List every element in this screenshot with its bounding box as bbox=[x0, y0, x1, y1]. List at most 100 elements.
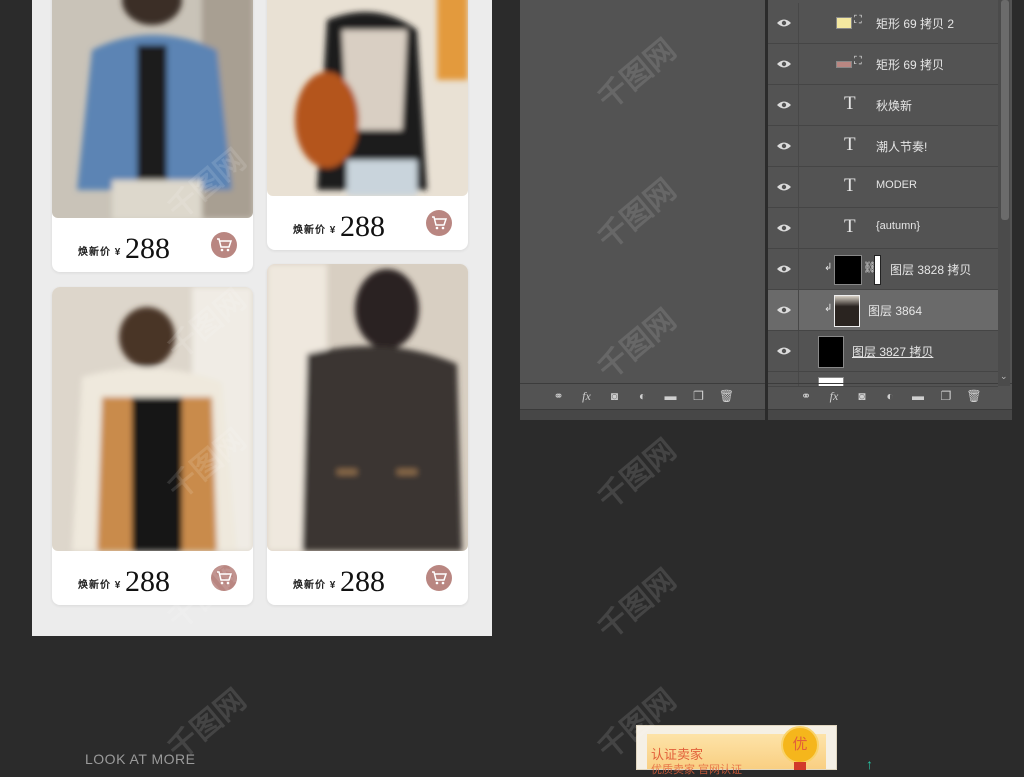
layer-row[interactable]: T {autumn} bbox=[768, 208, 998, 249]
clipping-arrow-icon: ↲ bbox=[824, 262, 833, 273]
product-card[interactable]: 焕新价 ¥ 288 bbox=[52, 0, 253, 272]
layer-thumbnail bbox=[834, 255, 862, 285]
folder-icon[interactable]: ▬ bbox=[662, 387, 680, 405]
text-layer-icon: T bbox=[844, 134, 856, 155]
layer-name: MODER bbox=[876, 179, 917, 191]
price-value: 288 bbox=[125, 232, 170, 265]
layer-name: 矩形 69 拷贝 bbox=[876, 58, 945, 72]
product-photo bbox=[52, 0, 253, 218]
layer-row[interactable]: ⛶ 矩形 69 拷贝 bbox=[768, 44, 998, 85]
price-label: 焕新价 ¥ bbox=[293, 225, 337, 236]
cart-icon[interactable] bbox=[211, 232, 237, 258]
divider bbox=[798, 249, 799, 289]
shape-swatch bbox=[836, 17, 852, 29]
watermark: 千图网 bbox=[592, 563, 683, 647]
cart-icon[interactable] bbox=[426, 210, 452, 236]
cart-icon[interactable] bbox=[211, 565, 237, 591]
price-row: 焕新价 ¥ 288 bbox=[52, 553, 253, 605]
product-card[interactable]: 焕新价 ¥ 288 bbox=[267, 264, 468, 605]
price-value: 288 bbox=[340, 565, 385, 598]
clipping-arrow-icon: ↲ bbox=[824, 303, 833, 314]
layer-name: 图层 3827 拷贝 bbox=[852, 345, 934, 359]
vector-mask-icon: ⛶ bbox=[854, 14, 862, 26]
cart-icon[interactable] bbox=[426, 565, 452, 591]
text-layer-icon: T bbox=[844, 175, 856, 196]
trash-icon[interactable]: 🗑 bbox=[718, 387, 736, 405]
price-value: 288 bbox=[125, 565, 170, 598]
link-icon[interactable]: ⚭ bbox=[550, 387, 568, 405]
link-icon[interactable]: ⚭ bbox=[797, 387, 815, 405]
product-card[interactable]: 焕新价 ¥ 288 bbox=[52, 287, 253, 605]
eye-icon[interactable] bbox=[776, 16, 792, 30]
divider bbox=[798, 3, 799, 43]
scrollbar-thumb[interactable] bbox=[1001, 0, 1009, 220]
eye-icon[interactable] bbox=[776, 98, 792, 112]
price-row: 焕新价 ¥ 288 bbox=[267, 198, 468, 250]
divider bbox=[798, 85, 799, 125]
eye-icon[interactable] bbox=[776, 303, 792, 317]
eye-icon[interactable] bbox=[776, 139, 792, 153]
divider bbox=[798, 44, 799, 84]
medal-badge-icon: 优 bbox=[781, 726, 819, 764]
layer-name: 图层 3828 拷贝 bbox=[890, 263, 972, 277]
price-label: 焕新价 ¥ bbox=[78, 580, 122, 591]
ribbon-icon bbox=[794, 762, 806, 770]
layer-row[interactable]: ⛶ 矩形 69 拷贝 2 bbox=[768, 3, 998, 44]
text-layer-icon: T bbox=[844, 93, 856, 114]
divider bbox=[798, 331, 799, 371]
panel-resize-strip[interactable] bbox=[520, 409, 765, 420]
price-value: 288 bbox=[340, 210, 385, 243]
layer-mask-thumbnail bbox=[874, 255, 881, 285]
vector-mask-icon: ⛶ bbox=[854, 55, 862, 67]
divider bbox=[798, 208, 799, 248]
scroll-down-icon[interactable]: ⌄ bbox=[1000, 371, 1008, 382]
divider bbox=[798, 167, 799, 207]
divider bbox=[798, 290, 799, 330]
layer-name: 图层 3864 bbox=[868, 304, 923, 318]
price-row: 焕新价 ¥ 288 bbox=[267, 553, 468, 605]
mask-icon[interactable]: ◙ bbox=[853, 387, 871, 405]
price-label: 焕新价 ¥ bbox=[78, 247, 122, 258]
layer-row[interactable]: T 秋焕新 bbox=[768, 85, 998, 126]
eye-icon[interactable] bbox=[776, 180, 792, 194]
watermark: 千图网 bbox=[592, 433, 683, 517]
fx-icon[interactable]: fx bbox=[825, 387, 843, 405]
panel-footer: ⚭ fx ◙ ◐ ▬ ❐ 🗑 bbox=[520, 383, 765, 408]
arrow-up-icon: ↑ bbox=[866, 756, 873, 772]
product-photo bbox=[267, 264, 468, 551]
layer-row-selected[interactable]: ↲ 图层 3864 bbox=[768, 290, 998, 331]
divider bbox=[798, 126, 799, 166]
layer-row[interactable]: T 潮人节奏! bbox=[768, 126, 998, 167]
adjustment-icon[interactable]: ◐ bbox=[881, 387, 899, 405]
product-photo bbox=[267, 0, 468, 196]
new-layer-icon[interactable]: ❐ bbox=[937, 387, 955, 405]
layer-name: 矩形 69 拷贝 2 bbox=[876, 17, 955, 31]
layer-thumbnail bbox=[834, 295, 860, 327]
text-layer-icon: T bbox=[844, 216, 856, 237]
layer-row[interactable]: 图层 3827 拷贝 bbox=[768, 331, 998, 372]
eye-icon[interactable] bbox=[776, 344, 792, 358]
adjustment-icon[interactable]: ◐ bbox=[634, 387, 652, 405]
product-photo bbox=[52, 287, 253, 551]
shape-swatch bbox=[836, 61, 852, 68]
layer-row[interactable]: T MODER bbox=[768, 167, 998, 208]
panel-resize-strip[interactable] bbox=[768, 409, 1012, 420]
layer-name: 潮人节奏! bbox=[876, 140, 928, 154]
layer-row[interactable]: ↲ ⛓ 图层 3828 拷贝 bbox=[768, 249, 998, 290]
eye-icon[interactable] bbox=[776, 221, 792, 235]
mask-icon[interactable]: ◙ bbox=[606, 387, 624, 405]
cert-subtitle: 优质卖家 官网认证 bbox=[651, 764, 743, 776]
panel-footer: ⚭ fx ◙ ◐ ▬ ❐ 🗑 bbox=[768, 383, 1012, 408]
look-more-heading: LOOK AT MORE bbox=[85, 751, 196, 767]
eye-icon[interactable] bbox=[776, 262, 792, 276]
product-card[interactable]: 焕新价 ¥ 288 bbox=[267, 0, 468, 250]
folder-icon[interactable]: ▬ bbox=[909, 387, 927, 405]
channels-panel: ⚭ fx ◙ ◐ ▬ ❐ 🗑 bbox=[520, 0, 765, 420]
trash-icon[interactable]: 🗑 bbox=[965, 387, 983, 405]
new-layer-icon[interactable]: ❐ bbox=[690, 387, 708, 405]
fx-icon[interactable]: fx bbox=[578, 387, 596, 405]
layers-panel: ⛶ 矩形 69 拷贝 2 ⛶ 矩形 69 拷贝 T 秋焕新 T 潮人节奏! T … bbox=[768, 0, 1012, 420]
eye-icon[interactable] bbox=[776, 57, 792, 71]
layer-name: 秋焕新 bbox=[876, 99, 913, 113]
certified-seller-card: 认证卖家 优质卖家 官网认证 优 bbox=[636, 725, 837, 776]
